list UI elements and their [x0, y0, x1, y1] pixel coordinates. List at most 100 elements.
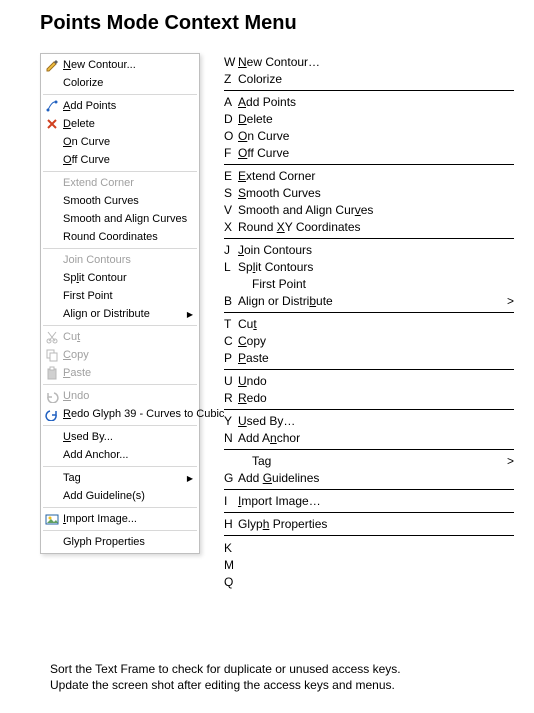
menuitem-join-contours: Join Contours — [41, 251, 199, 269]
reference-suffix: > — [501, 293, 514, 310]
reference-key: T — [224, 316, 238, 333]
menu-separator — [43, 507, 197, 508]
menu-separator — [43, 530, 197, 531]
reference-text: Round XY Coordinates — [238, 219, 514, 236]
menuitem-first-point[interactable]: First Point — [41, 287, 199, 305]
reference-key: E — [224, 168, 238, 185]
menuitem-label: Glyph Properties — [63, 536, 193, 548]
reference-group: Tag>GAdd Guidelines — [224, 452, 514, 490]
menuitem-colorize[interactable]: Colorize — [41, 74, 199, 92]
reference-key: X — [224, 219, 238, 236]
reference-key: A — [224, 94, 238, 111]
menuitem-label: Tag — [63, 472, 183, 484]
reference-key: W — [224, 54, 238, 71]
menu-separator — [43, 248, 197, 249]
delete-icon — [41, 117, 63, 131]
menuitem-redo-glyph-39-curves-to-cubic[interactable]: Redo Glyph 39 - Curves to Cubic — [41, 405, 199, 423]
menuitem-label: Join Contours — [63, 254, 193, 266]
menuitem-delete[interactable]: Delete — [41, 115, 199, 133]
menuitem-off-curve[interactable]: Off Curve — [41, 151, 199, 169]
reference-key — [224, 276, 238, 293]
reference-suffix: > — [501, 453, 514, 470]
menuitem-cut: Cut — [41, 328, 199, 346]
reference-text: Redo — [238, 390, 514, 407]
reference-text — [238, 557, 514, 574]
reference-group: WNew Contour…ZColorize — [224, 53, 514, 91]
menuitem-label: Round Coordinates — [63, 231, 193, 243]
reference-group: AAdd PointsDDeleteOOn CurveFOff Curve — [224, 93, 514, 165]
reference-group: JJoin ContoursLSplit ContoursFirst Point… — [224, 241, 514, 313]
reference-text: New Contour… — [238, 54, 514, 71]
menuitem-add-guideline-s[interactable]: Add Guideline(s) — [41, 487, 199, 505]
reference-row: EExtend Corner — [224, 168, 514, 185]
menuitem-label: Import Image... — [63, 513, 193, 525]
reference-group: KMQ — [224, 538, 514, 591]
submenu-arrow-icon: ▶ — [183, 310, 193, 319]
reference-group: IImport Image… — [224, 492, 514, 513]
reference-text: Used By… — [238, 413, 514, 430]
menuitem-paste: Paste — [41, 364, 199, 382]
menuitem-smooth-curves[interactable]: Smooth Curves — [41, 192, 199, 210]
reference-row: NAdd Anchor — [224, 430, 514, 447]
reference-key: M — [224, 557, 238, 574]
menuitem-extend-corner: Extend Corner — [41, 174, 199, 192]
reference-row: XRound XY Coordinates — [224, 219, 514, 236]
reference-row: DDelete — [224, 111, 514, 128]
menuitem-label: Smooth and Align Curves — [63, 213, 193, 225]
menuitem-on-curve[interactable]: On Curve — [41, 133, 199, 151]
menuitem-align-or-distribute[interactable]: Align or Distribute▶ — [41, 305, 199, 323]
undo-icon — [41, 389, 63, 403]
page-title: Points Mode Context Menu — [40, 12, 514, 35]
menuitem-add-points[interactable]: Add Points — [41, 97, 199, 115]
reference-row: HGlyph Properties — [224, 516, 514, 533]
menu-separator — [43, 325, 197, 326]
menuitem-used-by[interactable]: Used By... — [41, 428, 199, 446]
reference-row: PPaste — [224, 350, 514, 367]
menuitem-label: New Contour... — [63, 59, 193, 71]
reference-text: Paste — [238, 350, 514, 367]
menu-separator — [43, 425, 197, 426]
reference-row: Q — [224, 574, 514, 591]
menuitem-new-contour[interactable]: New Contour... — [41, 56, 199, 74]
reference-key: U — [224, 373, 238, 390]
reference-key: Q — [224, 574, 238, 591]
reference-key: D — [224, 111, 238, 128]
reference-row: BAlign or Distribute> — [224, 293, 514, 310]
reference-text: Colorize — [238, 71, 514, 88]
menuitem-import-image[interactable]: Import Image... — [41, 510, 199, 528]
menu-separator — [43, 466, 197, 467]
menuitem-glyph-properties[interactable]: Glyph Properties — [41, 533, 199, 551]
reference-group: TCutCCopyPPaste — [224, 315, 514, 370]
reference-row: UUndo — [224, 373, 514, 390]
reference-text: Add Guidelines — [238, 470, 514, 487]
footer-notes: Sort the Text Frame to check for duplica… — [50, 661, 514, 693]
reference-row: OOn Curve — [224, 128, 514, 145]
reference-key: F — [224, 145, 238, 162]
menuitem-add-anchor[interactable]: Add Anchor... — [41, 446, 199, 464]
reference-text: Glyph Properties — [238, 516, 514, 533]
reference-row: ZColorize — [224, 71, 514, 88]
reference-key: N — [224, 430, 238, 447]
menuitem-label: On Curve — [63, 136, 193, 148]
reference-group: UUndoRRedo — [224, 372, 514, 410]
menuitem-round-coordinates[interactable]: Round Coordinates — [41, 228, 199, 246]
reference-key: Z — [224, 71, 238, 88]
reference-group: YUsed By…NAdd Anchor — [224, 412, 514, 450]
menuitem-tag[interactable]: Tag▶ — [41, 469, 199, 487]
reference-text: Undo — [238, 373, 514, 390]
paste-icon — [41, 366, 63, 380]
reference-key: P — [224, 350, 238, 367]
menuitem-split-contour[interactable]: Split Contour — [41, 269, 199, 287]
menuitem-label: Extend Corner — [63, 177, 193, 189]
menuitem-label: Redo Glyph 39 - Curves to Cubic — [63, 408, 224, 420]
menuitem-smooth-and-align-curves[interactable]: Smooth and Align Curves — [41, 210, 199, 228]
reference-row: LSplit Contours — [224, 259, 514, 276]
reference-key — [224, 453, 238, 470]
reference-text: First Point — [238, 276, 514, 293]
reference-row: JJoin Contours — [224, 242, 514, 259]
reference-key: J — [224, 242, 238, 259]
menuitem-label: Copy — [63, 349, 193, 361]
reference-text: Join Contours — [238, 242, 514, 259]
cut-icon — [41, 330, 63, 344]
reference-text: Add Points — [238, 94, 514, 111]
